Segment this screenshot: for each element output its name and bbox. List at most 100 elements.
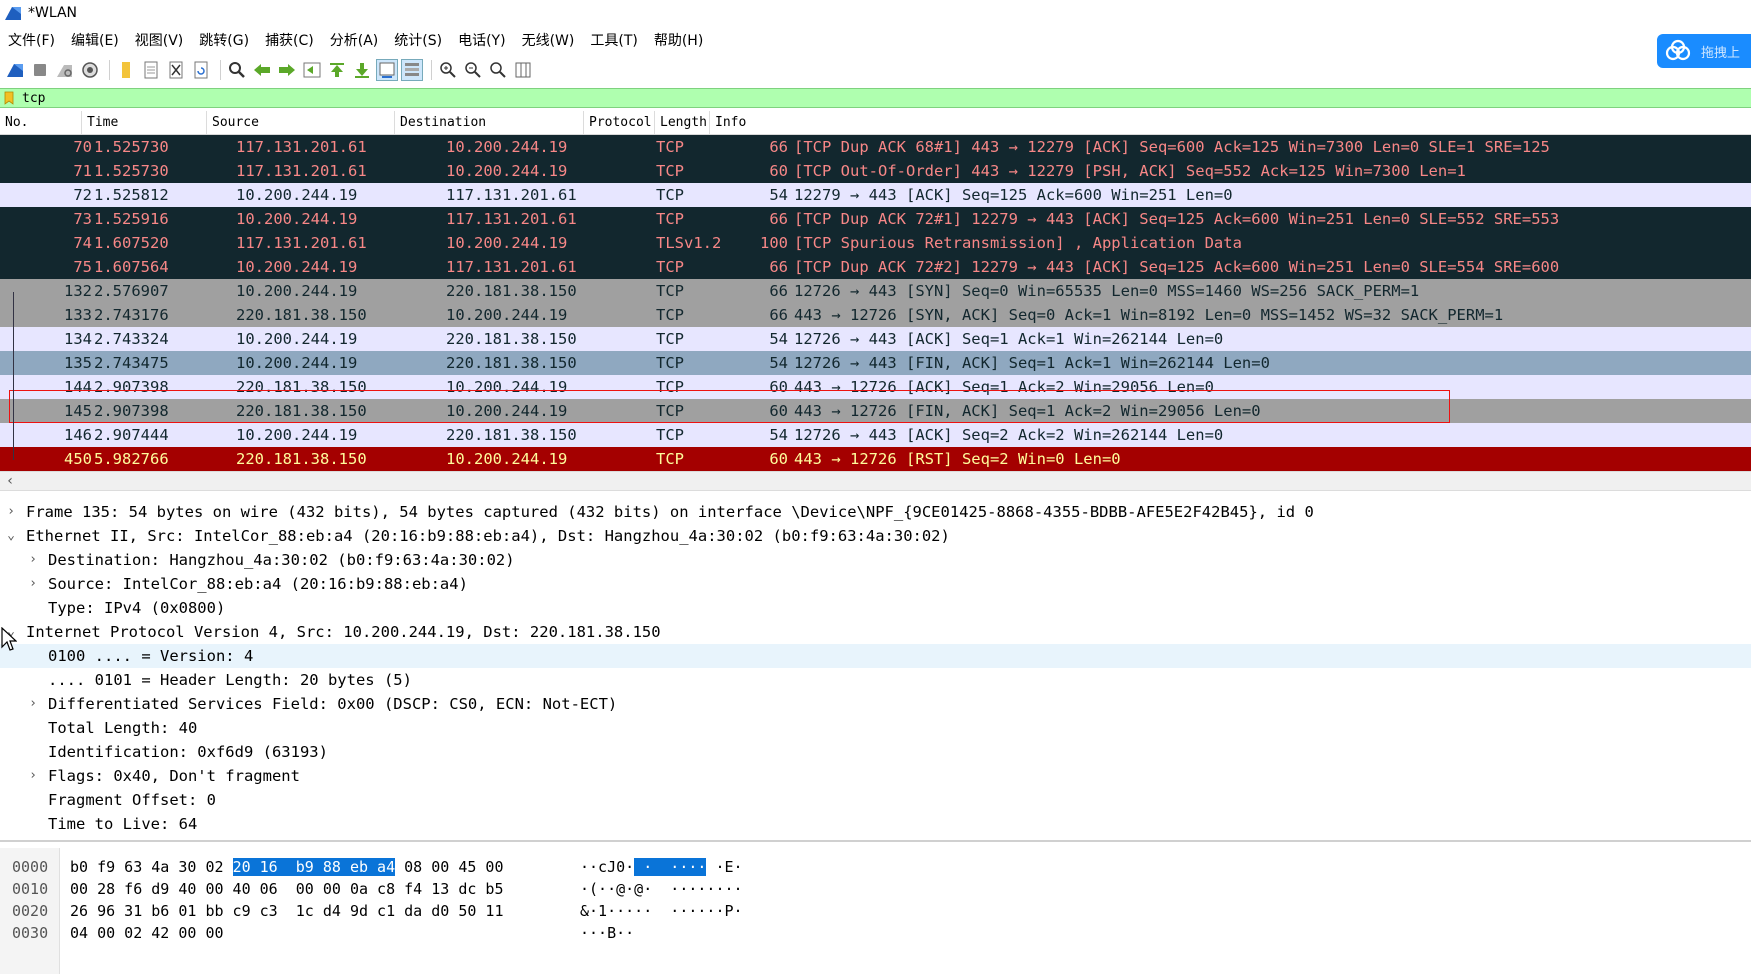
detail-tree-item[interactable]: › Flags: 0x40, Don't fragment <box>0 764 1751 788</box>
column-header-protocol[interactable]: Protocol <box>584 111 655 134</box>
menu-item-4[interactable]: 捕获(C) <box>257 29 322 53</box>
column-header-length[interactable]: Length <box>655 111 710 134</box>
bytes-line[interactable]: 0000 b0 f9 63 4a 30 02 20 16 b9 88 eb a4 … <box>0 856 1751 878</box>
collapsed-chevron-icon[interactable]: › <box>26 548 40 572</box>
zoom-normal-icon[interactable] <box>487 59 509 81</box>
shark-fin-start-icon[interactable] <box>4 59 26 81</box>
packet-row[interactable]: 132 2.576907 10.200.244.19 220.181.38.150 TC… <box>0 279 1751 303</box>
go-to-packet-icon[interactable] <box>301 59 323 81</box>
packet-cell-proto: TCP <box>656 258 684 276</box>
detail-tree-item[interactable]: Type: IPv4 (0x0800) <box>0 596 1751 620</box>
stop-capture-icon[interactable] <box>29 59 51 81</box>
packet-row[interactable]: 74 1.607520 117.131.201.61 10.200.244.19 TLS… <box>0 231 1751 255</box>
zoom-in-icon[interactable] <box>437 59 459 81</box>
packet-row[interactable]: 75 1.607564 10.200.244.19 117.131.201.61 TCP… <box>0 255 1751 279</box>
packet-row[interactable]: 146 2.907444 10.200.244.19 220.181.38.150 TC… <box>0 423 1751 447</box>
capture-options-icon[interactable] <box>79 59 101 81</box>
cloud-upload-widget[interactable]: 拖拽上 <box>1657 34 1751 68</box>
close-file-icon[interactable] <box>165 59 187 81</box>
menu-item-10[interactable]: 帮助(H) <box>646 29 711 53</box>
packet-cell-time: 1.525812 <box>94 186 169 204</box>
colorize-icon[interactable] <box>401 59 423 81</box>
detail-tree-item[interactable]: › Source: IntelCor_88:eb:a4 (20:16:b9:88:… <box>0 572 1751 596</box>
column-header-source[interactable]: Source <box>207 111 395 134</box>
packet-cell-src: 10.200.244.19 <box>236 282 358 300</box>
open-file-icon[interactable] <box>115 59 137 81</box>
column-header-no[interactable]: No. <box>0 111 82 134</box>
packet-bytes-pane: 0000 b0 f9 63 4a 30 02 20 16 b9 88 eb a4 … <box>0 848 1751 974</box>
autoscroll-icon[interactable] <box>376 59 398 81</box>
detail-tree-item[interactable]: ⌄ Ethernet II, Src: IntelCor_88:eb:a4 (20… <box>0 524 1751 548</box>
restart-capture-icon[interactable] <box>54 59 76 81</box>
packet-list-hscrollbar[interactable]: ‹ <box>0 471 1751 491</box>
save-file-icon[interactable] <box>140 59 162 81</box>
main-toolbar <box>0 55 1751 85</box>
detail-text: Identification: 0xf6d9 (63193) <box>48 743 328 761</box>
column-header-time[interactable]: Time <box>82 111 207 134</box>
detail-tree-item[interactable]: Identification: 0xf6d9 (63193) <box>0 740 1751 764</box>
packet-row[interactable]: 145 2.907398 220.181.38.150 10.200.244.19 TC… <box>0 399 1751 423</box>
menu-item-0[interactable]: 文件(F) <box>0 29 63 53</box>
detail-tree-item[interactable]: › Frame 135: 54 bytes on wire (432 bits),… <box>0 500 1751 524</box>
packet-cell-dst: 117.131.201.61 <box>446 186 577 204</box>
resize-columns-icon[interactable] <box>512 59 534 81</box>
detail-tree-item[interactable]: Fragment Offset: 0 <box>0 788 1751 812</box>
packet-row[interactable]: 70 1.525730 117.131.201.61 10.200.244.19 TCP… <box>0 135 1751 159</box>
go-first-icon[interactable] <box>326 59 348 81</box>
packet-row[interactable]: 133 2.743176 220.181.38.150 10.200.244.19 TC… <box>0 303 1751 327</box>
collapsed-chevron-icon[interactable]: › <box>26 572 40 596</box>
filter-bookmark-icon[interactable] <box>2 89 16 107</box>
find-packet-icon[interactable] <box>226 59 248 81</box>
packet-cell-len: 54 <box>769 426 788 444</box>
menu-item-9[interactable]: 工具(T) <box>582 29 645 53</box>
collapsed-chevron-icon[interactable]: › <box>4 500 18 524</box>
bytes-line[interactable]: 0010 00 28 f6 d9 40 00 40 06 00 00 0a c8 … <box>0 878 1751 900</box>
collapsed-chevron-icon[interactable]: › <box>26 692 40 716</box>
bytes-ascii-segment: &·1····· ······P· <box>580 902 743 920</box>
packet-cell-src: 220.181.38.150 <box>236 402 367 420</box>
column-header-destination[interactable]: Destination <box>395 111 584 134</box>
scroll-left-icon[interactable]: ‹ <box>0 472 20 490</box>
packet-row[interactable]: 71 1.525730 117.131.201.61 10.200.244.19 TCP… <box>0 159 1751 183</box>
packet-row[interactable]: 450 5.982766 220.181.38.150 10.200.244.19 TC… <box>0 447 1751 471</box>
packet-cell-proto: TCP <box>656 138 684 156</box>
packet-cell-info: 443 → 12726 [FIN, ACK] Seq=1 Ack=2 Win=2… <box>794 402 1261 420</box>
packet-cell-dst: 10.200.244.19 <box>446 306 568 324</box>
go-last-icon[interactable] <box>351 59 373 81</box>
packet-row[interactable]: 134 2.743324 10.200.244.19 220.181.38.150 TC… <box>0 327 1751 351</box>
packet-cell-info: 12279 → 443 [ACK] Seq=125 Ack=600 Win=25… <box>794 186 1233 204</box>
menu-item-5[interactable]: 分析(A) <box>322 29 387 53</box>
reload-file-icon[interactable] <box>190 59 212 81</box>
go-back-icon[interactable] <box>251 59 273 81</box>
detail-tree-item[interactable]: 0100 .... = Version: 4 <box>0 644 1751 668</box>
menu-item-1[interactable]: 编辑(E) <box>63 29 127 53</box>
bytes-line[interactable]: 0030 04 00 02 42 00 00 ···B·· <box>0 922 1751 944</box>
detail-tree-item[interactable]: › Destination: Hangzhou_4a:30:02 (b0:f9:6… <box>0 548 1751 572</box>
detail-tree-item[interactable]: › Differentiated Services Field: 0x00 (DS… <box>0 692 1751 716</box>
expanded-chevron-icon[interactable]: ⌄ <box>4 524 18 548</box>
packet-row[interactable]: 144 2.907398 220.181.38.150 10.200.244.19 TC… <box>0 375 1751 399</box>
menu-item-3[interactable]: 跳转(G) <box>191 29 257 53</box>
packet-list: 70 1.525730 117.131.201.61 10.200.244.19 TCP… <box>0 135 1751 471</box>
packet-row[interactable]: 73 1.525916 10.200.244.19 117.131.201.61 TCP… <box>0 207 1751 231</box>
bytes-hex-highlight: 20 16 b9 88 eb a4 <box>232 858 396 876</box>
bytes-line[interactable]: 0020 26 96 31 b6 01 bb c9 c3 1c d4 9d c1 … <box>0 900 1751 922</box>
menu-item-8[interactable]: 无线(W) <box>514 29 583 53</box>
menu-item-6[interactable]: 统计(S) <box>386 29 450 53</box>
zoom-out-icon[interactable] <box>462 59 484 81</box>
detail-text: Differentiated Services Field: 0x00 (DSC… <box>48 695 618 713</box>
display-filter-input[interactable] <box>22 89 1722 107</box>
detail-tree-item[interactable]: Total Length: 40 <box>0 716 1751 740</box>
detail-tree-item[interactable]: Time to Live: 64 <box>0 812 1751 836</box>
packet-cell-no: 73 <box>73 210 92 228</box>
go-forward-icon[interactable] <box>276 59 298 81</box>
packet-row[interactable]: 72 1.525812 10.200.244.19 117.131.201.61 TCP… <box>0 183 1751 207</box>
column-header-info[interactable]: Info <box>710 111 1751 134</box>
detail-tree-item[interactable]: .... 0101 = Header Length: 20 bytes (5) <box>0 668 1751 692</box>
menu-item-7[interactable]: 电话(Y) <box>450 29 513 53</box>
detail-tree-item[interactable]: ⌄ Internet Protocol Version 4, Src: 10.20… <box>0 620 1751 644</box>
packet-cell-time: 2.907398 <box>94 402 169 420</box>
collapsed-chevron-icon[interactable]: › <box>26 764 40 788</box>
menu-item-2[interactable]: 视图(V) <box>127 29 192 53</box>
packet-row[interactable]: 135 2.743475 10.200.244.19 220.181.38.150 TC… <box>0 351 1751 375</box>
